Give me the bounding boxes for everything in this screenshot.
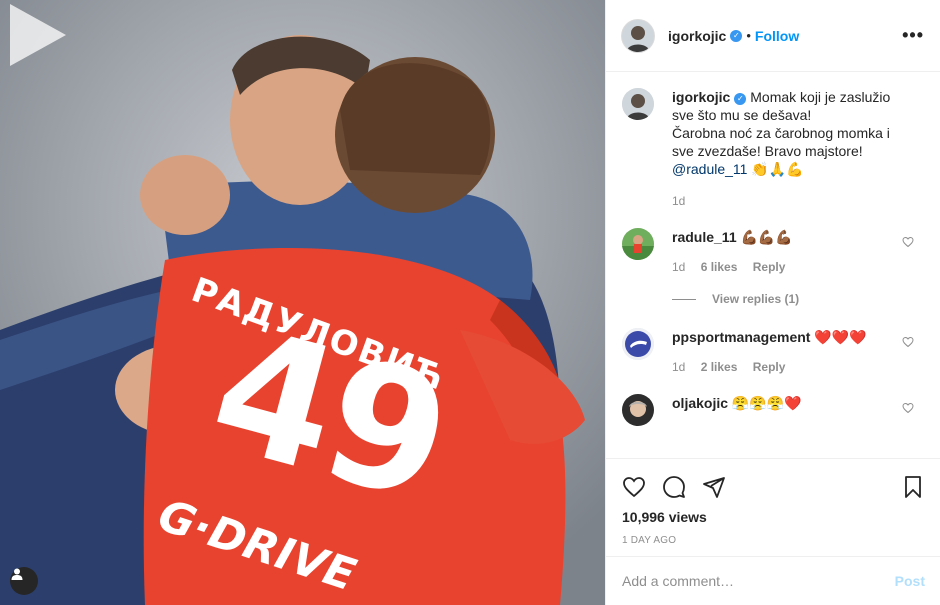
view-count[interactable]: 10,996 views (622, 509, 925, 525)
user-icon (11, 568, 23, 580)
comments-list[interactable]: igorkojic ✓ Momak koji je zaslužio sve št… (606, 72, 940, 457)
verified-icon: ✓ (734, 93, 747, 105)
reply-button[interactable]: Reply (753, 260, 786, 274)
share-icon[interactable] (702, 475, 726, 499)
play-icon[interactable] (0, 0, 70, 70)
bookmark-icon[interactable] (901, 475, 925, 499)
tagged-user-icon[interactable] (10, 567, 38, 595)
view-replies-button[interactable]: View replies (1) (672, 292, 924, 306)
post-time[interactable]: 1 DAY AGO (622, 535, 925, 546)
view-replies-label: View replies (1) (712, 292, 800, 306)
comment-likes[interactable]: 2 likes (701, 360, 738, 374)
follow-button[interactable]: Follow (755, 28, 799, 44)
comment-item: ppsportmanagement ❤️❤️❤️ 1d 2 likes Repl… (622, 328, 924, 376)
comment-likes[interactable]: 6 likes (701, 260, 738, 274)
caption-mention[interactable]: @radule_11 👏🙏💪 (672, 160, 924, 178)
caption-username[interactable]: igorkojic (672, 89, 730, 105)
comment-input[interactable] (622, 573, 895, 589)
reply-button[interactable]: Reply (753, 360, 786, 374)
caption-line: Momak koji je zaslužio (750, 89, 891, 105)
comment-time[interactable]: 1d (672, 260, 685, 274)
post-side-panel: igorkojic ✓ • Follow ••• igorkojic ✓ Moma… (605, 0, 940, 605)
photo-illustration (0, 0, 605, 605)
comment-item: oljakojic 😤😤😤❤️ (622, 394, 924, 426)
caption-avatar[interactable] (622, 88, 654, 120)
post-comment-button[interactable]: Post (895, 573, 925, 589)
more-options-icon[interactable]: ••• (902, 25, 924, 46)
commenter-avatar[interactable] (622, 328, 654, 360)
heart-icon[interactable] (622, 475, 646, 499)
comment-item: radule_11 💪🏾💪🏾💪🏾 1d 6 likes Reply (622, 228, 924, 276)
post-header: igorkojic ✓ • Follow ••• (606, 0, 940, 72)
author-username[interactable]: igorkojic (668, 28, 726, 44)
post-actions: 10,996 views 1 DAY AGO (606, 458, 940, 546)
comment-text: ❤️❤️❤️ (814, 329, 867, 345)
caption-line: sve što mu se dešava! (672, 107, 812, 123)
author-avatar[interactable] (622, 19, 654, 52)
comment-username[interactable]: oljakojic (672, 395, 728, 411)
caption-line: sve zvezdaše! Bravo majstore! (672, 143, 863, 159)
comment-username[interactable]: radule_11 (672, 229, 737, 245)
replies-divider (672, 298, 696, 300)
separator-dot: • (746, 28, 751, 43)
caption-time[interactable]: 1d (672, 194, 685, 208)
caption: igorkojic ✓ Momak koji je zaslužio sve št… (622, 88, 924, 210)
comment-icon[interactable] (662, 475, 686, 499)
comment-text: 😤😤😤❤️ (731, 395, 802, 411)
commenter-avatar[interactable] (622, 394, 654, 426)
comment-time[interactable]: 1d (672, 360, 685, 374)
commenter-avatar[interactable] (622, 228, 654, 260)
verified-icon: ✓ (730, 29, 743, 42)
like-comment-heart-icon[interactable] (902, 402, 914, 414)
like-comment-heart-icon[interactable] (902, 236, 914, 248)
comment-text: 💪🏾💪🏾💪🏾 (740, 229, 793, 245)
caption-line: Čarobna noć za čarobnog momka i (672, 125, 890, 141)
comment-username[interactable]: ppsportmanagement (672, 329, 810, 345)
add-comment-bar: Post (606, 556, 940, 605)
like-comment-heart-icon[interactable] (902, 336, 914, 348)
post-media[interactable]: РАДУЛОВИЋ 49 G·DRIVE (0, 0, 605, 605)
